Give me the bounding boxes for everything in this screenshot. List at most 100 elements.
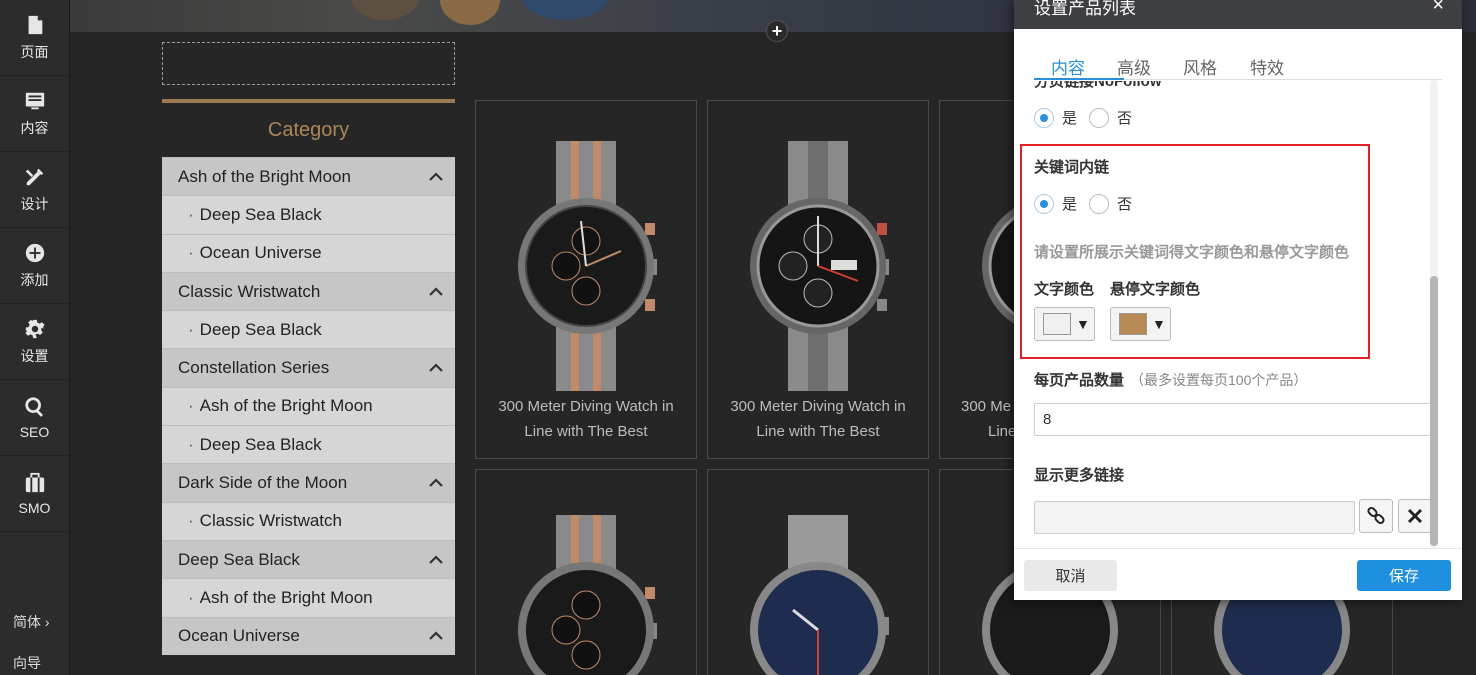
hover-color-label: 悬停文字颜色 (1110, 281, 1201, 298)
page-icon (28, 15, 42, 34)
category-label: Ash of the Bright Moon (199, 587, 373, 607)
radio-label: 是 (1062, 196, 1078, 213)
language-switch[interactable]: 简体 › (0, 612, 70, 632)
radio-label: 否 (1117, 196, 1133, 213)
banner-decoration (350, 0, 420, 20)
nofollow-label: 分页链接NoFollow (1034, 81, 1162, 90)
rail-item-add[interactable]: 添加 (0, 228, 69, 304)
keyword-link-yes-radio[interactable] (1034, 193, 1054, 214)
per-page-label: 每页产品数量 (1034, 372, 1125, 389)
rail-label: 设计 (20, 195, 49, 212)
text-color-picker[interactable]: ▼ (1034, 307, 1095, 341)
category-row[interactable]: Ocean Universe (162, 616, 455, 655)
product-title-line2[interactable]: Line with The Best (708, 419, 928, 444)
dropdown-arrow-icon: ▼ (1076, 316, 1090, 332)
product-card[interactable] (475, 469, 697, 675)
radio-label: 否 (1117, 110, 1133, 127)
keyword-link-no-radio[interactable] (1089, 193, 1110, 214)
category-label: Ash of the Bright Moon (178, 166, 351, 186)
chevron-up-icon[interactable] (429, 285, 443, 299)
rail-item-page[interactable]: 页面 (0, 0, 69, 76)
close-icon[interactable]: × (1432, 0, 1444, 17)
dialog-scroll-area: 分页链接NoFollow 是 否 关键词内链 是 否 请设置所展示关键词得文字颜… (1014, 81, 1462, 547)
product-title-line1[interactable]: 300 Meter Diving Watch in (476, 394, 696, 419)
product-title-line2[interactable]: Line with The Best (476, 419, 696, 444)
category-row[interactable]: Classic Wristwatch (162, 501, 455, 540)
category-list: Ash of the Bright Moon Deep Sea Black Oc… (162, 157, 455, 655)
chevron-up-icon[interactable] (429, 361, 443, 375)
nofollow-yes-radio[interactable] (1034, 107, 1054, 128)
watch-image (750, 515, 889, 675)
per-page-input[interactable] (1034, 403, 1434, 436)
watch-image (750, 141, 889, 391)
design-icon (25, 168, 43, 185)
chevron-up-icon[interactable] (429, 170, 443, 184)
hover-color-picker[interactable]: ▼ (1110, 307, 1171, 341)
keyword-color-hint: 请设置所展示关键词得文字颜色和悬停文字颜色 (1034, 244, 1350, 261)
category-row[interactable]: Ash of the Bright Moon (162, 157, 455, 196)
scrollbar-thumb[interactable] (1430, 276, 1438, 546)
empty-module-placeholder[interactable] (162, 42, 455, 85)
tab-advanced[interactable]: 高级 (1117, 54, 1151, 79)
search-icon (24, 396, 43, 417)
category-row[interactable]: Ash of the Bright Moon (162, 386, 455, 425)
chevron-up-icon[interactable] (429, 629, 443, 643)
dialog-title: 设置产品列表 (1034, 0, 1136, 18)
tab-style[interactable]: 风格 (1183, 54, 1217, 79)
tab-content[interactable]: 内容 (1051, 54, 1085, 79)
banner-decoration (440, 0, 500, 25)
more-link-input[interactable] (1034, 501, 1355, 534)
category-label: Ash of the Bright Moon (199, 396, 373, 416)
banner-decoration (520, 0, 610, 20)
category-row[interactable]: Constellation Series (162, 348, 455, 387)
category-label: Deep Sea Black (199, 319, 322, 339)
add-section-button[interactable]: + (766, 20, 788, 42)
active-tab-indicator (1034, 78, 1124, 80)
link-button[interactable] (1359, 499, 1393, 533)
product-card[interactable]: 300 Meter Diving Watch in Line with The … (475, 100, 697, 459)
rail-item-design[interactable]: 设计 (0, 152, 69, 228)
text-color-swatch (1043, 313, 1071, 335)
rail-item-settings[interactable]: 设置 (0, 304, 69, 380)
category-row[interactable]: Ash of the Bright Moon (162, 578, 455, 616)
cancel-button[interactable]: 取消 (1024, 560, 1117, 591)
product-card[interactable] (707, 469, 929, 675)
nofollow-no-radio[interactable] (1089, 107, 1110, 128)
nofollow-radio-group: 是 否 (1034, 107, 1144, 128)
rail-item-content[interactable]: 内容 (0, 76, 69, 152)
save-button[interactable]: 保存 (1357, 560, 1451, 591)
add-icon (25, 243, 44, 262)
category-row[interactable]: Ocean Universe (162, 233, 455, 272)
link-icon (1367, 506, 1385, 525)
category-row[interactable]: Dark Side of the Moon (162, 463, 455, 502)
rail-item-smo[interactable]: SMO (0, 456, 69, 532)
category-row[interactable]: Deep Sea Black (162, 195, 455, 233)
hover-color-swatch (1119, 313, 1147, 335)
dialog-scrollbar[interactable] (1430, 80, 1438, 548)
chevron-up-icon[interactable] (429, 476, 443, 490)
per-page-label-row: 每页产品数量 （最多设置每页100个产品） (1034, 369, 1307, 390)
category-title: Category (162, 99, 455, 157)
chevron-up-icon[interactable] (429, 553, 443, 567)
rail-label: 内容 (20, 119, 49, 136)
guide-link[interactable]: 向导 (0, 653, 70, 673)
category-row[interactable]: Classic Wristwatch (162, 271, 455, 311)
category-label: Deep Sea Black (199, 434, 322, 454)
rail-item-seo[interactable]: SEO (0, 380, 69, 456)
category-row[interactable]: Deep Sea Black (162, 425, 455, 463)
category-label: Ocean Universe (178, 626, 300, 646)
rail-label: 设置 (20, 347, 49, 364)
category-row[interactable]: Deep Sea Black (162, 310, 455, 348)
category-row[interactable]: Deep Sea Black (162, 539, 455, 579)
category-label: Deep Sea Black (199, 204, 322, 224)
product-card[interactable]: 300 Meter Diving Watch in Line with The … (707, 100, 929, 459)
admin-sidebar: 页面 内容 设计 添加 设置 SEO SMO 简体 › 向导 (0, 0, 70, 675)
rail-label: 页面 (20, 43, 49, 60)
clear-link-button[interactable] (1398, 499, 1432, 533)
dialog-header: 设置产品列表 × (1014, 0, 1462, 29)
watch-image (518, 515, 657, 675)
tab-effects[interactable]: 特效 (1250, 54, 1284, 79)
text-color-label: 文字颜色 (1034, 281, 1095, 298)
rail-label: 添加 (20, 271, 49, 288)
product-title-line1[interactable]: 300 Meter Diving Watch in (708, 394, 928, 419)
